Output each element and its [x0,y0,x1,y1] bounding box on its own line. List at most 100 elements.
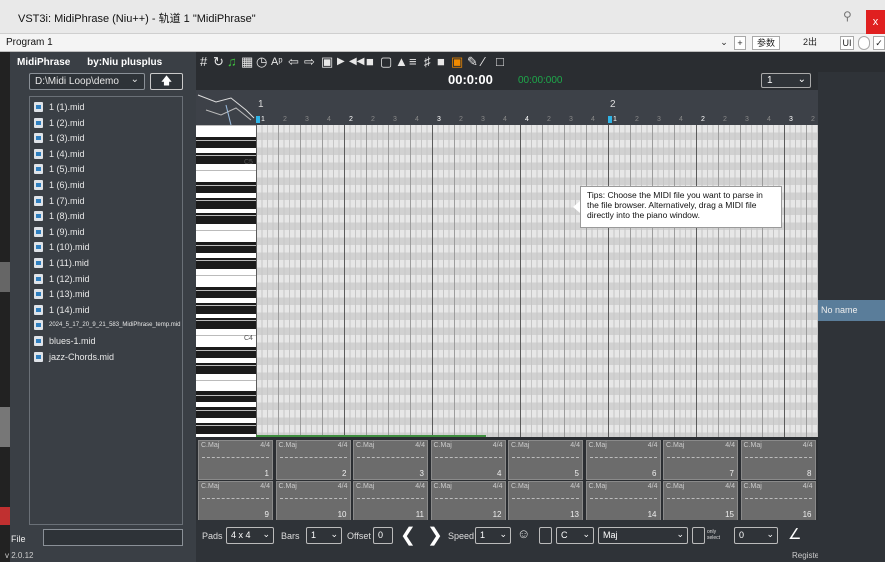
tune-icon[interactable]: ♯ [424,55,431,69]
undo-icon[interactable]: ⇦ [288,55,299,69]
file-list-item[interactable]: blues-1.mid [34,334,96,348]
file-list-item[interactable]: 1 (13).mid [34,287,90,301]
black-key[interactable] [196,407,256,418]
text-icon[interactable]: Aᵖ [271,55,283,69]
metronome-icon[interactable]: ▲ [395,55,408,69]
file-list-item[interactable]: 1 (9).mid [34,225,85,239]
playhead-marker[interactable] [256,116,260,123]
file-list-item[interactable]: 1 (2).mid [34,116,85,130]
offset-input[interactable]: 0 [373,527,393,544]
grid-icon[interactable]: # [200,55,207,69]
file-list-item[interactable]: 1 (3).mid [34,131,85,145]
file-list-item[interactable]: 1 (6).mid [34,178,85,192]
speed-select[interactable]: 1 ⌄ [475,527,511,544]
file-list-item[interactable]: 1 (7).mid [34,194,85,208]
black-key[interactable] [196,391,256,402]
chord-pad[interactable]: C.Maj 4/4 9 [198,481,273,521]
chord-pad[interactable]: C.Maj 4/4 7 [663,440,738,480]
clock-icon[interactable]: ◷ [256,55,267,69]
file-list-item[interactable]: 1 (14).mid [34,303,90,317]
angle-icon[interactable]: ∠ [788,525,801,543]
file-list-item[interactable]: 1 (4).mid [34,147,85,161]
speaker-icon[interactable]: ■ [437,55,445,69]
file-input[interactable] [43,529,183,546]
timeline-ruler[interactable]: 123422343234423412342234323412 [256,90,859,125]
track-name[interactable]: No name [818,300,885,321]
chord-pad[interactable]: C.Maj 4/4 3 [353,440,428,480]
program-dropdown-icon[interactable]: ⌄ [718,36,730,50]
file-list-item[interactable]: jazz-Chords.mid [34,350,114,364]
line-icon[interactable]: ∕ [482,55,484,69]
file-list[interactable]: 1 (1).mid 1 (2).mid 1 (3).mid 1 (4).mid 1 (5… [29,96,183,525]
mini-overview[interactable] [196,90,256,125]
chord-pad[interactable]: C.Maj 4/4 14 [585,481,661,521]
file-list-item[interactable]: 1 (8).mid [34,209,85,223]
playhead-marker[interactable] [608,116,612,123]
file-list-item[interactable]: 1 (11).mid [34,256,89,270]
chord-pad[interactable]: C.Maj 4/4 10 [275,481,351,521]
loop-icon[interactable]: ▢ [380,55,392,69]
ui-button[interactable]: UI [840,36,854,50]
output-label[interactable]: 2出 [790,36,830,50]
piano-keyboard[interactable]: C5 C4 [196,125,256,437]
list-icon[interactable]: ≡ [409,55,417,69]
pads-layout-select[interactable]: 4 x 4 ⌄ [226,527,274,544]
file-list-item[interactable]: 1 (1).mid [34,100,85,114]
chord-pad[interactable]: C.Maj 4/4 13 [508,481,583,521]
black-key[interactable] [196,182,256,193]
add-program-button[interactable]: + [734,36,746,50]
file-list-item[interactable]: 2024_5_17_20_9_21_583_MidiPhrase_temp.mi… [34,318,180,332]
chord-pad[interactable]: C.Maj 4/4 8 [740,440,816,480]
chord-pad[interactable]: C.Maj 4/4 6 [585,440,661,480]
last-select[interactable]: 0 ⌄ [734,527,778,544]
program-name[interactable]: Program 1 [6,37,53,48]
only-select-checkbox[interactable] [692,527,705,544]
bars-count-select[interactable]: 1 ⌄ [306,527,342,544]
pads-icon[interactable]: ▦ [241,55,253,69]
scale-select[interactable]: Maj ⌄ [598,527,688,544]
prev-arrow-icon[interactable]: ❮ [400,524,416,547]
close-button[interactable]: x [866,10,885,34]
black-key[interactable] [196,287,256,298]
chord-pad[interactable]: C.Maj 4/4 5 [508,440,583,480]
stop-icon[interactable]: ■ [366,55,374,69]
ruler-beat-label: 1 [261,116,265,123]
bars-select[interactable]: 1 ⌄ [761,73,811,88]
rewind-icon[interactable]: ◀◀ [349,55,364,69]
next-arrow-icon[interactable]: ❯ [427,524,443,547]
power-icon[interactable] [858,36,870,50]
redo-icon[interactable]: ⇨ [304,55,315,69]
pad-time-signature: 4/4 [647,442,658,449]
file-icon[interactable]: □ [496,55,504,69]
file-list-item[interactable]: 1 (10).mid [34,240,90,254]
smile-icon[interactable]: ☺ [517,526,530,541]
pencil-icon[interactable]: ✎ [467,55,478,69]
pin-icon[interactable]: ⚲ [843,9,852,23]
chord-pad[interactable]: C.Maj 4/4 16 [740,481,816,521]
black-key[interactable] [196,347,256,358]
directory-select[interactable]: D:\Midi Loop\demo ⌄ [29,73,145,90]
checkbox-icon[interactable]: ✓ [873,36,885,50]
scale-checkbox[interactable] [539,527,552,544]
note-icon[interactable]: ♫ [227,55,237,69]
chord-pad[interactable]: C.Maj 4/4 4 [430,440,506,480]
folder-up-button[interactable]: 🡅 [150,73,183,90]
pad-chord: C.Maj [511,442,530,449]
velocity-icon[interactable]: ▣ [451,55,463,69]
file-list-item[interactable]: 1 (5).mid [34,162,85,176]
refresh-icon[interactable]: ↻ [213,55,224,69]
chord-pad[interactable]: C.Maj 4/4 11 [353,481,428,521]
key-select[interactable]: C ⌄ [556,527,594,544]
chord-pad[interactable]: C.Maj 4/4 1 [198,440,273,480]
record-icon[interactable]: ▣ [321,55,333,69]
ruler-beat-label: 3 [481,116,485,123]
file-list-item[interactable]: 1 (12).mid [34,272,90,286]
chord-pad[interactable]: C.Maj 4/4 2 [275,440,351,480]
piano-roll-grid[interactable] [256,125,818,437]
black-key[interactable] [196,242,256,253]
black-key[interactable] [196,137,256,148]
params-button[interactable]: 参数 [752,36,780,50]
play-icon[interactable]: ▶ [337,55,345,69]
chord-pad[interactable]: C.Maj 4/4 15 [663,481,738,521]
chord-pad[interactable]: C.Maj 4/4 12 [430,481,506,521]
